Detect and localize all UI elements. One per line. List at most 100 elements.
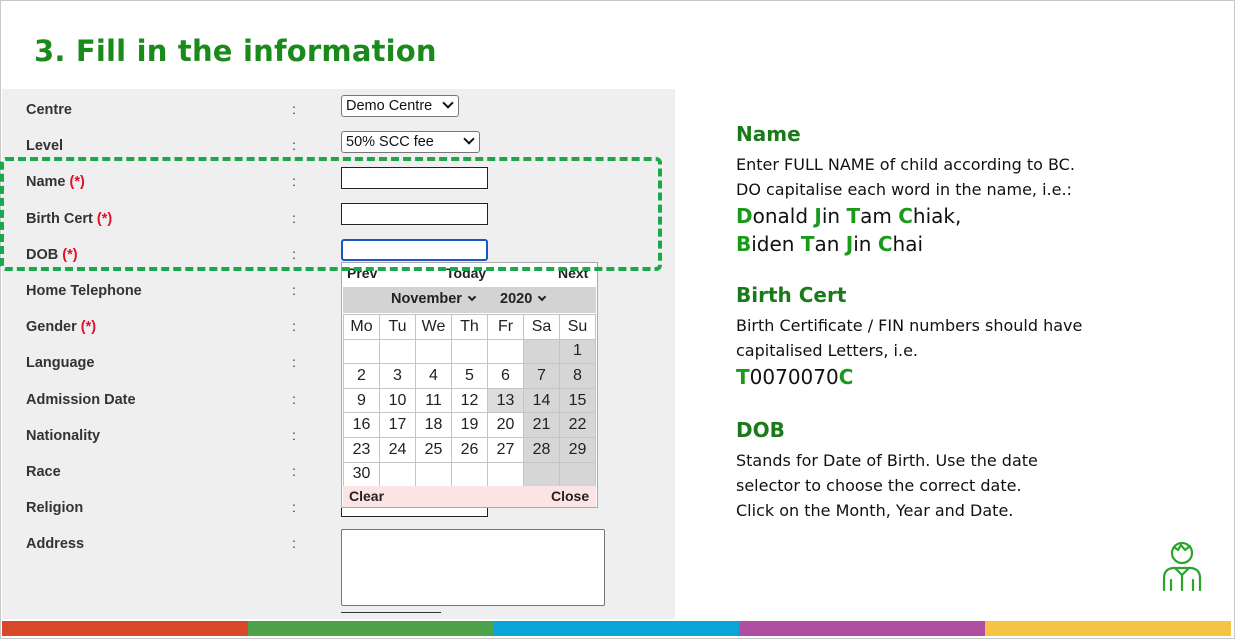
calendar-day[interactable]: 30 [343, 461, 380, 488]
field-label: Level [26, 138, 64, 155]
form-row: Level: [2, 137, 675, 167]
calendar-empty-cell [523, 338, 560, 365]
birth-cert-input[interactable] [341, 203, 488, 225]
calendar-day[interactable]: 23 [343, 436, 380, 463]
today-button[interactable]: Today [446, 265, 486, 281]
year-select[interactable]: 2020 [500, 291, 547, 307]
next-field-edge [341, 612, 441, 619]
weekday-header: Su [559, 314, 596, 340]
calendar-day[interactable]: 28 [523, 436, 560, 463]
calendar-day[interactable]: 24 [379, 436, 416, 463]
calendar-day[interactable]: 12 [451, 387, 488, 414]
calendar-day[interactable]: 3 [379, 363, 416, 389]
required-marker: (*) [80, 319, 97, 336]
calendar-day[interactable]: 29 [559, 436, 596, 463]
calendar-day[interactable]: 7 [523, 363, 560, 389]
example-text: hiak, [912, 204, 962, 228]
info-dob-heading: DOB [736, 418, 785, 442]
info-name: Name Enter FULL NAME of child according … [736, 121, 1075, 258]
form-row: Name (*): [2, 173, 675, 203]
field-label: Address [26, 536, 85, 553]
field-label: Centre [26, 102, 72, 118]
calendar-day[interactable]: 9 [343, 387, 380, 414]
bar-segment [2, 621, 248, 636]
capital-letter: C [898, 204, 913, 228]
form-row: Centre: [2, 101, 675, 131]
calendar-empty-cell [559, 461, 596, 488]
month-select[interactable]: November [391, 291, 477, 307]
bar-segment [247, 621, 494, 636]
calendar-day[interactable]: 11 [415, 387, 452, 414]
centre-select[interactable]: Demo Centre [341, 95, 459, 117]
calendar-day[interactable]: 19 [451, 412, 488, 438]
calendar-empty-cell [487, 461, 524, 488]
calendar-empty-cell [451, 461, 488, 488]
next-button[interactable]: Next [558, 265, 588, 281]
chevron-down-icon [442, 97, 454, 109]
calendar-day[interactable]: 8 [559, 363, 596, 389]
calendar-day[interactable]: 2 [343, 363, 380, 389]
calendar-day[interactable]: 17 [379, 412, 416, 438]
example-text: an [814, 232, 846, 256]
calendar-day[interactable]: 15 [559, 387, 596, 414]
field-label: Gender (*) [26, 319, 97, 336]
weekday-header: Mo [343, 314, 380, 340]
info-name-line1: Enter FULL NAME of child according to BC… [736, 155, 1075, 174]
calendar-day[interactable]: 25 [415, 436, 452, 463]
weekday-header: We [415, 314, 452, 340]
field-colon: : [292, 101, 296, 117]
calendar-day[interactable]: 14 [523, 387, 560, 414]
field-label: Birth Cert (*) [26, 210, 113, 227]
clear-button[interactable]: Clear [349, 488, 384, 504]
date-picker: Prev Today Next November 2020 Mo Tu We Th Fr… [341, 262, 598, 508]
weekday-header: Fr [487, 314, 524, 340]
field-colon: : [292, 426, 296, 443]
calendar-day[interactable]: 6 [487, 363, 524, 389]
calendar-grid: Mo Tu We Th Fr Sa Su 1 2 3 4 5 6 7 8 9 10 11 12 13 14 15 16 17… [343, 314, 596, 488]
prev-button[interactable]: Prev [347, 265, 377, 281]
birth-cert-example: T0070070C [736, 363, 1082, 391]
chevron-down-icon [538, 292, 547, 302]
calendar-empty-cell [343, 338, 380, 365]
capital-letter: T [800, 232, 815, 256]
weekday-header: Sa [523, 314, 560, 340]
calendar-day[interactable]: 13 [487, 387, 524, 414]
required-marker: (*) [62, 246, 78, 263]
calendar-day[interactable]: 18 [415, 412, 452, 438]
calendar-day[interactable]: 20 [487, 412, 524, 438]
calendar-day[interactable]: 26 [451, 436, 488, 463]
example-text: in [821, 204, 847, 228]
field-label: Race [26, 464, 61, 480]
calendar-day[interactable]: 27 [487, 436, 524, 463]
capital-letter: D [736, 204, 753, 228]
calendar-day[interactable]: 10 [379, 387, 416, 414]
example-text: iden [751, 232, 801, 256]
field-label: Nationality [26, 427, 101, 444]
field-colon: : [292, 390, 296, 407]
info-dob-line3: Click on the Month, Year and Date. [736, 501, 1014, 520]
required-marker: (*) [69, 174, 85, 191]
calendar-day[interactable]: 16 [343, 412, 380, 438]
calendar-empty-cell [415, 461, 452, 488]
field-colon: : [292, 245, 296, 262]
info-birth-line1: Birth Certificate / FIN numbers should h… [736, 316, 1083, 335]
close-button[interactable]: Close [551, 488, 589, 504]
level-select[interactable]: 50% SCC fee [341, 131, 480, 153]
example-text: am [860, 204, 899, 228]
field-colon: : [292, 137, 296, 154]
name-example-2: Biden Tan Jin Chai [736, 230, 1075, 258]
calendar-day[interactable]: 4 [415, 363, 452, 389]
calendar-day[interactable]: 22 [559, 412, 596, 438]
calendar-day[interactable]: 21 [523, 412, 560, 438]
field-colon: : [292, 209, 296, 226]
capital-letter: C [877, 232, 893, 256]
calendar-day[interactable]: 1 [559, 338, 596, 365]
name-input[interactable] [341, 167, 488, 189]
calendar-day[interactable]: 5 [451, 363, 488, 389]
form-row: Birth Cert (*): [2, 210, 675, 240]
address-textarea[interactable] [341, 529, 605, 606]
field-colon: : [292, 535, 296, 552]
dob-input[interactable] [341, 239, 488, 261]
person-icon [1162, 541, 1202, 592]
bar-segment [985, 621, 1231, 636]
